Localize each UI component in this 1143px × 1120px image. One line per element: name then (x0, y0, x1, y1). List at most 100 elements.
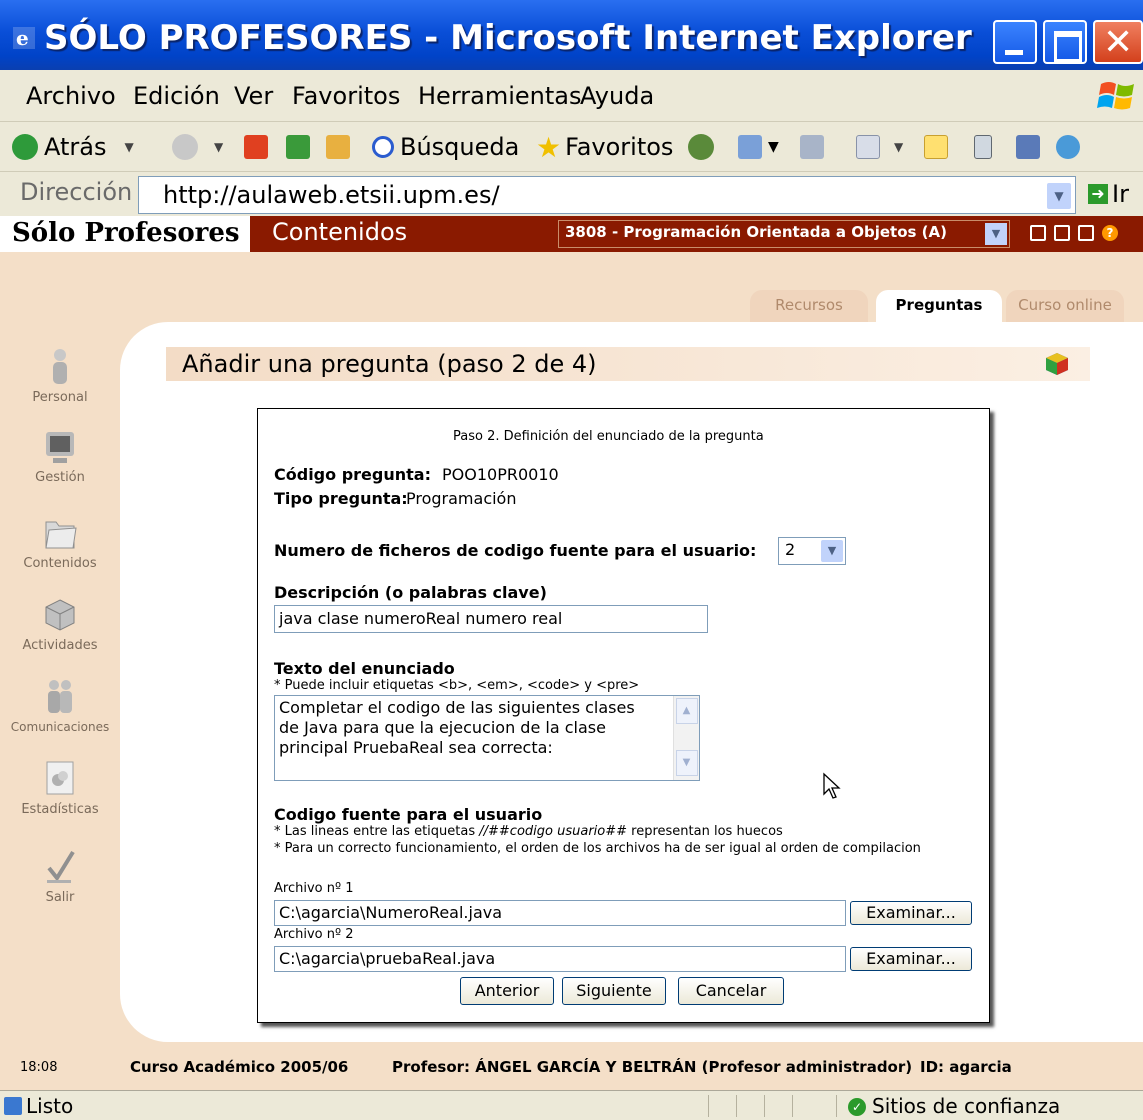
help-icon[interactable]: ? (1102, 225, 1118, 241)
address-dropdown-icon[interactable]: ▼ (1047, 183, 1071, 209)
menu-herramientas[interactable]: Herramientas (418, 82, 581, 110)
back-dropdown-icon[interactable]: ▼ (124, 140, 133, 154)
cancel-button[interactable]: Cancelar (678, 977, 784, 1005)
sidebar-item-comunicaciones[interactable]: Comunicaciones (0, 676, 120, 735)
tab-curso-online[interactable]: Curso online (1006, 290, 1124, 322)
print-page-icon[interactable] (1078, 225, 1094, 241)
go-button[interactable]: ➜ Ir (1088, 180, 1129, 208)
users-icon (1056, 135, 1080, 159)
close-button[interactable]: ✕ (1093, 20, 1143, 64)
numfiles-select[interactable]: 2 ▼ (778, 537, 846, 565)
sidebar-label-personal: Personal (32, 390, 88, 405)
menu-edicion[interactable]: Edición (133, 82, 220, 110)
mail-icon (738, 135, 762, 159)
page-icon (4, 1097, 22, 1115)
home-button[interactable] (326, 130, 350, 164)
address-label: Dirección (20, 178, 133, 206)
refresh-button[interactable] (286, 130, 310, 164)
menu-ayuda[interactable]: Ayuda (580, 82, 654, 110)
sidebar-item-gestion[interactable]: Gestión (0, 426, 120, 485)
course-selected: 3808 - Programación Orientada a Objetos … (565, 223, 947, 241)
menu-favoritos[interactable]: Favoritos (292, 82, 400, 110)
mail-dropdown-icon[interactable]: ▼ (768, 139, 779, 155)
numfiles-label: Numero de ficheros de codigo fuente para… (274, 541, 757, 560)
description-label: Descripción (o palabras clave) (274, 583, 547, 602)
word-icon (856, 135, 880, 159)
edit-dropdown-icon[interactable]: ▼ (894, 140, 903, 154)
messenger-button[interactable] (974, 130, 992, 164)
forward-button[interactable]: ▼ (172, 130, 223, 164)
previous-button[interactable]: Anterior (460, 977, 554, 1005)
description-input[interactable]: java clase numeroReal numero real (274, 605, 708, 633)
sidebar-label-actividades: Actividades (22, 638, 98, 653)
page-title: Añadir una pregunta (paso 2 de 4) (182, 350, 597, 378)
calculator-icon[interactable] (1030, 225, 1046, 241)
minimize-button[interactable] (993, 20, 1037, 64)
source-hint-1: * Las lineas entre las etiquetas //##cod… (274, 824, 783, 839)
sidebar-item-actividades[interactable]: Actividades (0, 594, 120, 653)
statement-hint: * Puede incluir etiquetas <b>, <em>, <co… (274, 678, 640, 693)
forward-dropdown-icon[interactable]: ▼ (214, 140, 223, 154)
statement-textarea[interactable]: Completar el codigo de las siguientes cl… (274, 695, 700, 781)
status-separator (792, 1095, 793, 1117)
file2-input[interactable]: C:\agarcia\pruebaReal.java (274, 946, 846, 972)
address-bar: Dirección http://aulaweb.etsii.upm.es/ ▼… (0, 172, 1143, 216)
section-title: Contenidos (272, 218, 408, 246)
discuss-button[interactable] (924, 130, 948, 164)
mouse-cursor-icon (823, 772, 841, 799)
type-value: Programación (406, 489, 517, 508)
status-separator (836, 1095, 837, 1117)
go-label: Ir (1112, 180, 1129, 208)
sidebar-item-contenidos[interactable]: Contenidos (0, 512, 120, 571)
statement-scrollbar[interactable]: ▲ ▼ (673, 696, 699, 780)
back-label: Atrás (44, 133, 107, 161)
menu-ver[interactable]: Ver (234, 82, 273, 110)
books-icon (1016, 135, 1040, 159)
calendar-icon[interactable] (1054, 225, 1070, 241)
history-button[interactable] (688, 130, 720, 164)
sidebar-item-estadisticas[interactable]: Estadísticas (0, 758, 120, 817)
tab-recursos[interactable]: Recursos (750, 290, 868, 322)
stop-icon (244, 135, 268, 159)
toolbar: Atrás ▼ ▼ Búsqueda ★ Favoritos ▼ ▼ (0, 122, 1143, 172)
sidebar-label-comunicaciones: Comunicaciones (10, 720, 110, 734)
file1-input[interactable]: C:\agarcia\NumeroReal.java (274, 900, 846, 926)
footer-teacher: Profesor: ÁNGEL GARCÍA Y BELTRÁN (Profes… (392, 1058, 913, 1076)
chart-icon (46, 761, 74, 795)
course-dropdown-icon[interactable]: ▼ (985, 223, 1007, 245)
title-bar: e SÓLO PROFESORES - Microsoft Internet E… (0, 0, 1143, 70)
address-input[interactable]: http://aulaweb.etsii.upm.es/ ▼ (138, 176, 1076, 214)
file1-browse-button[interactable]: Examinar... (850, 901, 972, 925)
svg-text:e: e (16, 26, 29, 50)
sidebar-item-salir[interactable]: Salir (0, 846, 120, 905)
favorites-button[interactable]: ★ Favoritos (536, 130, 673, 164)
users-button[interactable] (1056, 130, 1080, 164)
status-left: Listo (4, 1094, 73, 1118)
tab-preguntas[interactable]: Preguntas (876, 290, 1002, 322)
scroll-up-icon[interactable]: ▲ (675, 698, 698, 724)
scroll-down-icon[interactable]: ▼ (675, 750, 698, 776)
print-button[interactable] (800, 130, 824, 164)
page-footer: 18:08 Curso Académico 2005/06 Profesor: … (0, 1048, 1143, 1084)
back-button[interactable]: Atrás ▼ (12, 130, 134, 164)
edit-button[interactable]: ▼ (856, 130, 903, 164)
research-button[interactable] (1016, 130, 1040, 164)
sidebar-item-personal[interactable]: Personal (0, 346, 120, 405)
menu-archivo[interactable]: Archivo (26, 82, 116, 110)
site-header: Sólo Profesores Contenidos 3808 - Progra… (0, 216, 1143, 252)
search-label: Búsqueda (400, 133, 520, 161)
course-select[interactable]: 3808 - Programación Orientada a Objetos … (558, 220, 1010, 248)
numfiles-dropdown-icon[interactable]: ▼ (821, 540, 843, 562)
rubik-cube-icon (1046, 353, 1068, 375)
go-arrow-icon: ➜ (1088, 184, 1108, 204)
search-button[interactable]: Búsqueda (372, 130, 519, 164)
stop-button[interactable] (244, 130, 268, 164)
person-icon (53, 349, 67, 384)
history-icon (688, 134, 714, 160)
next-button[interactable]: Siguiente (562, 977, 666, 1005)
file2-browse-button[interactable]: Examinar... (850, 947, 972, 971)
mail-button[interactable]: ▼ (738, 130, 779, 164)
refresh-icon (286, 135, 310, 159)
phone-icon (974, 135, 992, 159)
maximize-button[interactable] (1043, 20, 1087, 64)
